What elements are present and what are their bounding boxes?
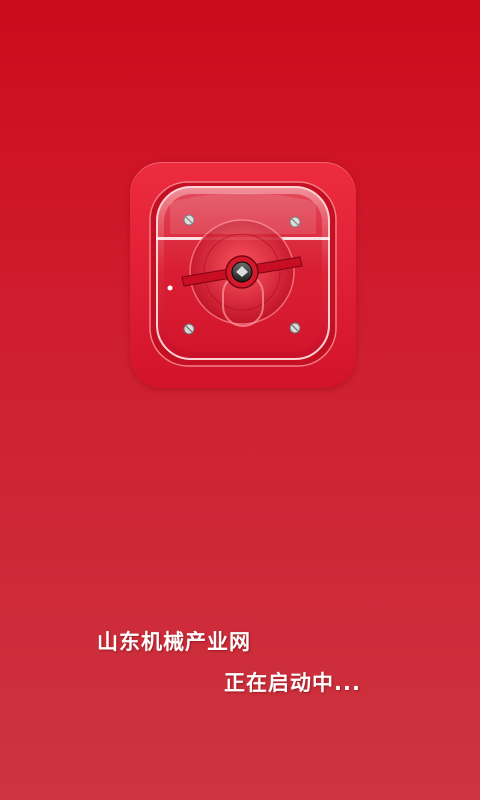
- machine-dial-icon: [130, 162, 356, 388]
- loading-status-text: 正在启动中...: [224, 671, 361, 695]
- app-name: 山东机械产业网: [97, 630, 251, 654]
